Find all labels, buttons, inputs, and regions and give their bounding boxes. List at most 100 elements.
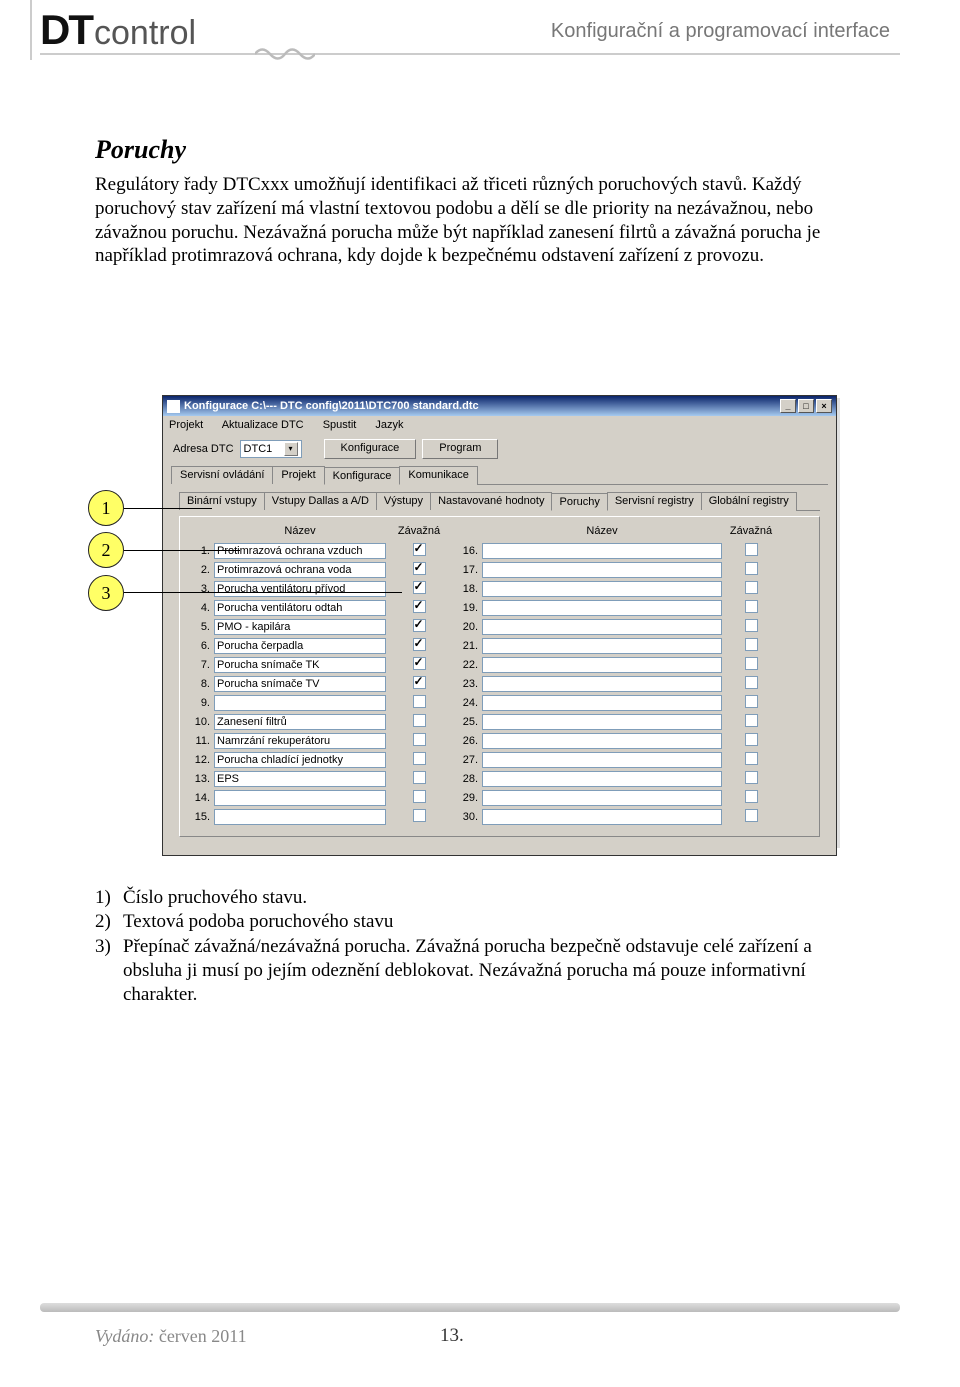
window-maximize-button[interactable]: □ [798,399,814,413]
row-number: 27. [452,754,482,766]
fault-name-input[interactable] [482,676,722,692]
fault-name-input[interactable] [482,733,722,749]
row-number: 13. [186,773,214,785]
row-number: 21. [452,640,482,652]
severity-checkbox[interactable] [413,619,426,632]
menu-projekt[interactable]: Projekt [169,419,203,431]
severity-checkbox[interactable] [745,562,758,575]
fault-name-input[interactable] [214,600,386,616]
table-row: 20. [452,617,780,636]
fault-name-input[interactable] [482,562,722,578]
severity-checkbox[interactable] [413,771,426,784]
severity-checkbox[interactable] [745,638,758,651]
tab-sub[interactable]: Globální registry [701,492,797,510]
fault-name-input[interactable] [482,752,722,768]
row-number: 22. [452,659,482,671]
severity-checkbox[interactable] [745,676,758,689]
fault-name-input[interactable] [214,733,386,749]
severity-checkbox[interactable] [745,581,758,594]
address-combo[interactable]: DTC1 ▾ [240,440,302,458]
severity-checkbox[interactable] [745,733,758,746]
tab-sub[interactable]: Výstupy [376,492,431,510]
menu-jazyk[interactable]: Jazyk [375,419,403,431]
severity-checkbox[interactable] [745,809,758,822]
titlebar-text: Konfigurace C:\--- DTC config\2011\DTC70… [184,400,479,412]
severity-checkbox[interactable] [413,733,426,746]
fault-name-input[interactable] [214,714,386,730]
severity-checkbox[interactable] [413,562,426,575]
window-minimize-button[interactable]: _ [780,399,796,413]
fault-name-input[interactable] [482,543,722,559]
footer-issued-value: červen 2011 [159,1326,247,1346]
severity-checkbox[interactable] [413,638,426,651]
window-close-button[interactable]: × [816,399,832,413]
severity-checkbox[interactable] [745,619,758,632]
col-zavazna-2: Závažná [722,525,780,537]
address-combo-value: DTC1 [244,443,273,455]
fault-name-input[interactable] [482,714,722,730]
fault-name-input[interactable] [482,695,722,711]
tab-sub[interactable]: Servisní registry [607,492,702,510]
fault-name-input[interactable] [482,771,722,787]
severity-checkbox[interactable] [413,543,426,556]
severity-checkbox[interactable] [413,581,426,594]
row-number: 30. [452,811,482,823]
tab-main[interactable]: Servisní ovládání [171,466,273,484]
fault-name-input[interactable] [214,695,386,711]
tab-main[interactable]: Komunikace [399,466,478,484]
severity-checkbox[interactable] [413,600,426,613]
table-row: 22. [452,655,780,674]
severity-checkbox[interactable] [413,695,426,708]
legend-list: 1)Číslo pruchového stavu.2)Textová podob… [95,886,865,1008]
severity-checkbox[interactable] [745,752,758,765]
severity-checkbox[interactable] [413,752,426,765]
menu-aktualizace[interactable]: Aktualizace DTC [222,419,304,431]
fault-name-input[interactable] [214,790,386,806]
tab-main[interactable]: Konfigurace [324,467,401,485]
table-row: 16. [452,541,780,560]
severity-checkbox[interactable] [745,600,758,613]
fault-name-input[interactable] [214,676,386,692]
fault-name-input[interactable] [482,581,722,597]
tab-sub[interactable]: Vstupy Dallas a A/D [264,492,377,510]
fault-name-input[interactable] [482,790,722,806]
severity-checkbox[interactable] [413,676,426,689]
tab-sub[interactable]: Poruchy [551,493,607,511]
severity-checkbox[interactable] [413,714,426,727]
severity-checkbox[interactable] [413,657,426,670]
grid-right: 16.17.18.19.20.21.22.23.24.25.26.27.28.2… [452,541,780,826]
tab-main[interactable]: Projekt [272,466,324,484]
legend-item-number: 3) [95,935,111,959]
severity-checkbox[interactable] [413,809,426,822]
legend-item: 1)Číslo pruchového stavu. [123,886,865,910]
severity-checkbox[interactable] [745,771,758,784]
callout-1-line [124,508,212,509]
fault-name-input[interactable] [214,809,386,825]
fault-name-input[interactable] [214,619,386,635]
table-row: 15. [186,807,452,826]
fault-name-input[interactable] [482,600,722,616]
severity-checkbox[interactable] [745,714,758,727]
row-number: 26. [452,735,482,747]
fault-name-input[interactable] [214,752,386,768]
table-row: 3. [186,579,452,598]
fault-name-input[interactable] [482,619,722,635]
row-number: 12. [186,754,214,766]
severity-checkbox[interactable] [413,790,426,803]
fault-name-input[interactable] [214,562,386,578]
fault-name-input[interactable] [482,809,722,825]
severity-checkbox[interactable] [745,695,758,708]
severity-checkbox[interactable] [745,657,758,670]
severity-checkbox[interactable] [745,543,758,556]
fault-name-input[interactable] [214,771,386,787]
fault-name-input[interactable] [214,657,386,673]
fault-name-input[interactable] [214,581,386,597]
fault-name-input[interactable] [482,657,722,673]
tab-sub[interactable]: Nastavované hodnoty [430,492,552,510]
severity-checkbox[interactable] [745,790,758,803]
program-button[interactable]: Program [422,439,498,459]
fault-name-input[interactable] [214,638,386,654]
fault-name-input[interactable] [482,638,722,654]
konfigurace-button[interactable]: Konfigurace [324,439,417,459]
menu-spustit[interactable]: Spustit [323,419,357,431]
